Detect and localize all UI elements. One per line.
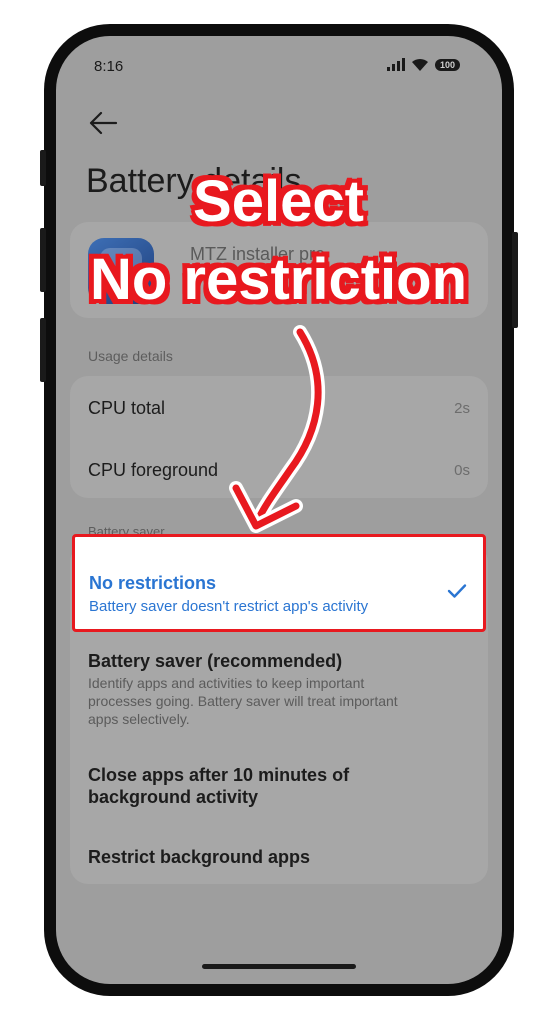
annotation-line-1: Select (193, 169, 364, 234)
annotation-arrow (229, 325, 326, 533)
annotation-line-2: No restriction (89, 247, 468, 312)
